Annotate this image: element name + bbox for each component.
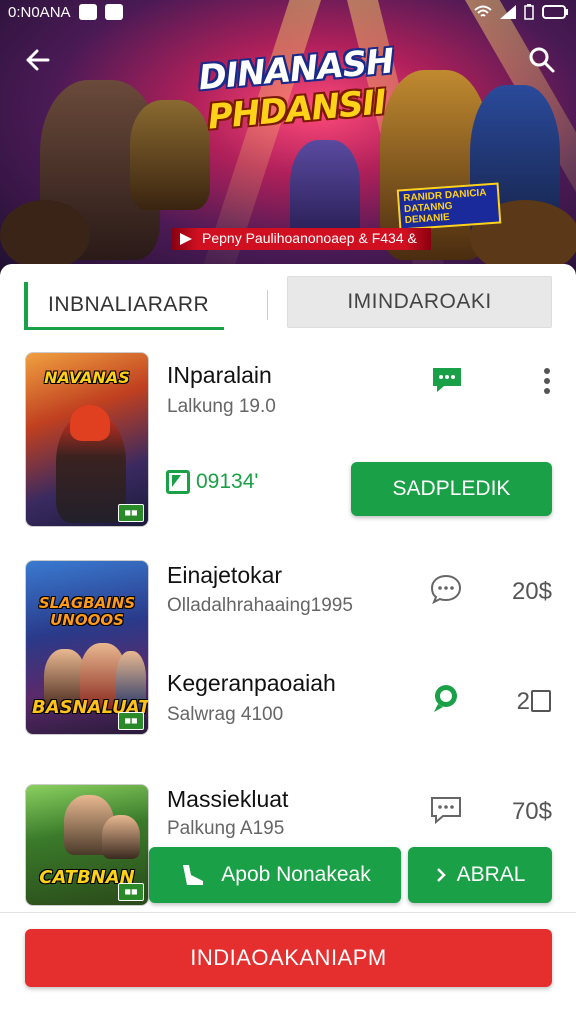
battery-outline-icon [542, 5, 568, 19]
main-cta-button[interactable]: INDIAOAKANIAPM [25, 929, 552, 987]
chat-icon[interactable] [430, 364, 464, 396]
abral-label: ABRAL [456, 863, 526, 886]
download-icon [183, 865, 204, 885]
app-download-button[interactable]: Apob Nonakeak [149, 847, 401, 903]
game-title[interactable]: Kegeranpaoaiah [167, 670, 336, 697]
game-rating: 09134ʹ [166, 470, 258, 494]
thumbnail-title: SLAGBAINS UNOOOS [38, 594, 136, 629]
game-subtitle: Olladalhrahaaing1995 [167, 595, 353, 616]
tab-imindaroaki[interactable]: IMINDAROAKI [287, 276, 552, 328]
game-badge: ◼◼ [118, 504, 144, 522]
battery-icon [524, 4, 534, 20]
game-title[interactable]: INparalain [167, 362, 272, 389]
game-thumbnail[interactable]: NAVANAS ◼◼ [25, 352, 149, 527]
app-download-label: Apob Nonakeak [221, 863, 371, 886]
signal-icon [500, 5, 516, 19]
chat-icon[interactable] [429, 573, 463, 605]
game-thumbnail[interactable]: SLAGBAINS UNOOOS BASNALUAT ◼◼ [25, 560, 149, 735]
tab-label: IMINDAROAKI [347, 290, 492, 313]
game-subtitle: Lalkung 19.0 [167, 396, 276, 417]
hero-banner: DINANASH PHDANSII RANIDR DANICIA DATANNG… [0, 0, 576, 275]
banner-tag: RANIDR DANICIA DATANNG DENANIE [396, 182, 502, 231]
divider [0, 912, 576, 913]
rating-icon [166, 470, 190, 494]
active-tab-indicator [24, 327, 224, 330]
chat-icon[interactable] [429, 794, 463, 826]
thumbnail-title: NAVANAS [44, 368, 130, 387]
game-title[interactable]: Massiekluat [167, 786, 288, 813]
status-bar: 0:N0ANA [0, 0, 576, 24]
rating-value: 09134ʹ [196, 470, 259, 493]
character-demon [130, 100, 210, 210]
chat-icon[interactable] [429, 682, 463, 714]
game-subtitle: Palkung A195 [167, 818, 285, 839]
wifi-icon [474, 5, 492, 17]
game-price: 70$ [511, 798, 552, 825]
banner-title: DINANASH PHDANSII [197, 41, 395, 138]
tab-label: INBNALIARARR [48, 293, 210, 316]
notification-icon [78, 4, 97, 20]
search-icon[interactable] [526, 44, 558, 76]
tab-divider [267, 290, 268, 320]
status-time: 0:N0ANA [8, 3, 71, 21]
game-title[interactable]: Einajetokar [167, 562, 282, 589]
notification-icon [104, 4, 123, 20]
banner-strip: Pepny Paulihoanonoaep & F434 & [172, 228, 431, 250]
abral-button[interactable]: ABRAL [408, 847, 552, 903]
game-subtitle: Salwrag 4100 [167, 704, 284, 725]
game-badge: ◼◼ [118, 883, 144, 901]
game-action-button[interactable]: SADPLEDIK [351, 462, 552, 516]
more-vert-icon[interactable] [540, 366, 554, 396]
chevron-right-icon [436, 868, 446, 882]
game-price: 20$ [511, 578, 552, 605]
game-price: 2 [516, 688, 530, 715]
game-badge: ◼◼ [118, 712, 144, 730]
shield-shape [0, 200, 90, 270]
back-arrow-icon[interactable] [22, 44, 54, 76]
tab-inbnaliararr[interactable]: INBNALIARARR [24, 282, 260, 330]
game-thumbnail[interactable]: CATBNAN ◼◼ [25, 784, 149, 906]
price-box-icon [531, 690, 551, 712]
